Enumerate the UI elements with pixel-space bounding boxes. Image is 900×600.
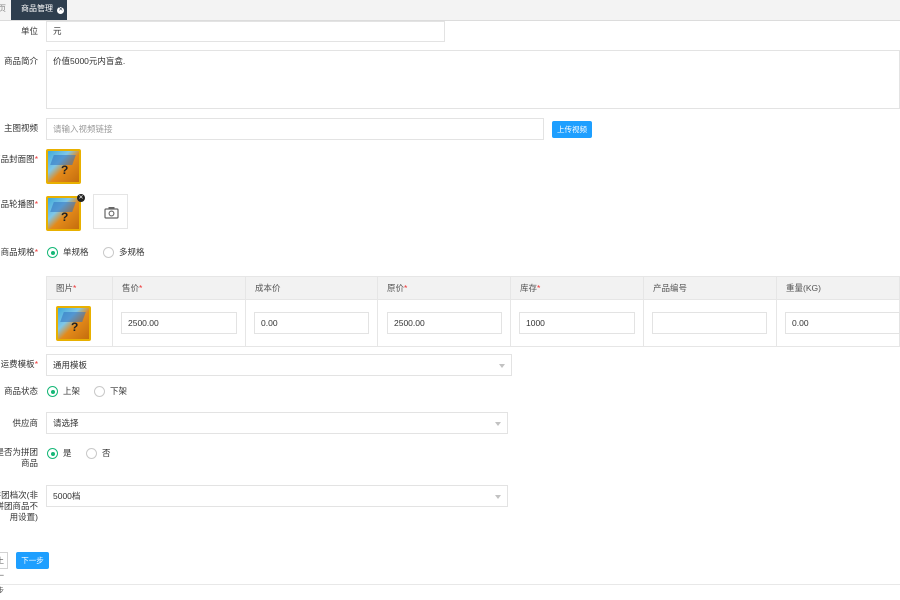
spec-multi-radio[interactable] [103,247,114,258]
video-label: 主图视频 [3,123,38,133]
status-off-label[interactable]: 下架 [110,386,127,397]
tab-bar: 页 商品管理 ✕ [0,0,900,21]
tab-previous[interactable]: 页 [0,0,7,20]
status-on-label[interactable]: 上架 [63,386,80,397]
status-on-radio[interactable] [47,386,58,397]
sku-table-header [46,276,900,300]
group-no-label[interactable]: 否 [102,448,111,459]
carousel-image[interactable]: ? [46,196,81,231]
video-input[interactable]: 请输入视频链接 [46,118,544,140]
cover-image[interactable]: ? [46,149,81,184]
th-price: 售价* [122,283,143,293]
chevron-down-icon [495,495,501,499]
cover-label: 商品封面图* [0,154,38,164]
tab-product-management[interactable]: 商品管理 ✕ [11,0,67,20]
intro-label: 商品简介 [3,56,38,66]
previous-step-button[interactable]: 上一步 [0,552,8,595]
supplier-label: 供应商 [12,418,38,428]
group-yes-label[interactable]: 是 [63,448,72,459]
sku-price-input[interactable]: 2500.00 [121,312,237,334]
group-no-radio[interactable] [86,448,97,459]
sku-original-input[interactable]: 2500.00 [387,312,502,334]
carousel-label: 商品轮播图* [0,199,38,209]
tab-label: 商品管理 [21,4,53,13]
remove-image-icon[interactable]: ✕ [77,194,85,202]
sku-image[interactable]: ? [56,306,91,341]
upload-video-button[interactable]: 上传视频 [552,121,592,138]
sku-weight-input[interactable]: 0.00 [785,312,900,334]
spec-single-label[interactable]: 单规格 [63,247,89,258]
divider [0,584,900,585]
close-icon[interactable]: ✕ [57,7,65,14]
shipping-select[interactable]: 通用模板 [46,354,512,376]
group-label: 是否为拼团 商品 [0,447,38,468]
group-level-select[interactable]: 5000档 [46,485,508,507]
th-image: 图片* [56,283,77,293]
status-off-radio[interactable] [94,386,105,397]
sku-cost-input[interactable]: 0.00 [254,312,369,334]
sku-stock-input[interactable]: 1000 [519,312,635,334]
group-level-label: 拼团档次(非 拼团商品不 用设置) [0,490,38,522]
th-original: 原价* [387,283,408,293]
supplier-select[interactable]: 请选择 [46,412,508,434]
unit-input[interactable]: 元 [46,21,445,42]
spec-multi-label[interactable]: 多规格 [119,247,145,258]
spec-label: 商品规格* [0,247,38,257]
supplier-value: 请选择 [53,418,79,428]
camera-icon [104,207,119,219]
next-step-button[interactable]: 下一步 [16,552,49,569]
status-label: 商品状态 [3,386,38,396]
th-weight: 重量(KG) [786,283,821,293]
group-yes-radio[interactable] [47,448,58,459]
chevron-down-icon [499,364,505,368]
spec-single-radio[interactable] [47,247,58,258]
th-stock: 库存* [520,283,541,293]
intro-textarea[interactable]: 价值5000元内盲盒. [46,50,900,109]
chevron-down-icon [495,422,501,426]
shipping-value: 通用模板 [53,360,88,370]
sku-code-input[interactable] [652,312,767,334]
unit-label: 单位 [20,26,38,36]
group-level-value: 5000档 [53,491,81,501]
th-cost: 成本价 [255,283,281,293]
shipping-label: 运费模板* [0,359,38,369]
upload-image-button[interactable] [93,194,128,229]
th-code: 产品编号 [653,283,688,293]
